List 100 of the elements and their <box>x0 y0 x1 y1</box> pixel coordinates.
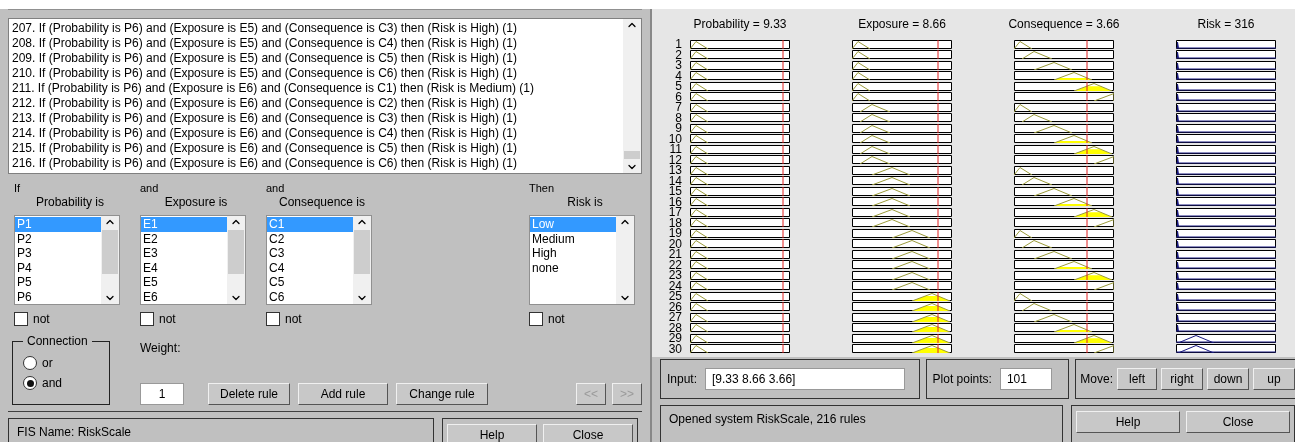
listbox[interactable]: Low Medium High none <box>529 215 635 305</box>
weight-label: Weight: <box>140 341 182 355</box>
status-panel: Opened system RiskScale, 216 rules <box>660 405 1063 442</box>
rule-number: 28 <box>667 322 682 333</box>
rule-button[interactable]: Delete rule <box>208 383 290 405</box>
checkbox-label: not <box>159 312 176 326</box>
connector-label: If <box>14 182 22 195</box>
listbox-item[interactable]: none <box>530 260 616 275</box>
scroll-thumb[interactable] <box>624 151 640 159</box>
listbox-item[interactable]: E6 <box>141 289 227 304</box>
rule-number: 15 <box>667 186 682 197</box>
checkbox-label: not <box>548 312 565 326</box>
weight-field[interactable]: 1 <box>140 383 184 405</box>
variable-label: Exposure is <box>163 195 229 210</box>
rule-item[interactable]: 208. If (Probability is P6) and (Exposure is E5) and (Consequence is C4) then (Risk is High) (1) <box>12 36 620 51</box>
group-title: Connection <box>23 334 92 348</box>
scrollbar[interactable] <box>616 216 634 304</box>
rule-number: 23 <box>667 270 682 281</box>
rule-number: 22 <box>667 259 682 270</box>
rule-item[interactable]: 210. If (Probability is P6) and (Exposure is E5) and (Consequence is C6) then (Risk is High) (1) <box>12 66 620 81</box>
listbox-item[interactable]: C3 <box>267 246 353 261</box>
rule-number: 1 <box>674 39 682 50</box>
move-button[interactable]: right <box>1161 368 1203 390</box>
rule-number: 12 <box>667 154 682 165</box>
scrollbar[interactable] <box>623 19 641 173</box>
rule-number: 19 <box>667 228 682 239</box>
rule-list[interactable] <box>8 18 642 174</box>
listbox[interactable]: E1 E2 E3 E4 E5 E6 <box>140 215 246 305</box>
checkbox-label: not <box>33 312 50 326</box>
rule-number: 3 <box>674 60 682 71</box>
rule-button[interactable]: Change rule <box>396 383 488 405</box>
variable-heading: Consequence = 3.66 <box>1007 17 1121 31</box>
rule-number: 18 <box>667 217 682 228</box>
rule-item[interactable]: 215. If (Probability is P6) and (Exposure is E6) and (Consequence is C5) then (Risk is High) (1) <box>12 141 620 156</box>
listbox-item[interactable]: P3 <box>15 246 101 261</box>
radio-button[interactable] <box>23 376 37 390</box>
listbox-item[interactable]: E5 <box>141 275 227 290</box>
move-button[interactable]: left <box>1117 368 1157 390</box>
checkbox[interactable] <box>266 312 280 326</box>
scroll-thumb[interactable] <box>228 230 244 274</box>
listbox-item[interactable]: E2 <box>141 231 227 246</box>
listbox[interactable]: P1 P2 P3 P4 P5 P6 <box>14 215 120 305</box>
listbox-item[interactable]: E4 <box>141 260 227 275</box>
listbox-item[interactable]: P2 <box>15 231 101 246</box>
rule-number: 9 <box>675 123 682 134</box>
checkbox[interactable] <box>14 312 28 326</box>
connector-label: Then <box>529 182 556 195</box>
variable-heading: Probability = 9.33 <box>692 17 788 31</box>
listbox-item[interactable]: P6 <box>15 289 101 304</box>
listbox-item[interactable]: C4 <box>267 260 353 275</box>
rule-number: 26 <box>667 301 682 312</box>
rule-number: 5 <box>674 81 682 92</box>
plot-points-label: Plot points: <box>932 372 992 386</box>
checkbox[interactable] <box>529 312 543 326</box>
listbox-item[interactable]: Medium <box>530 231 616 246</box>
scroll-thumb[interactable] <box>354 230 370 274</box>
listbox[interactable]: C1 C2 C3 C4 C5 C6 <box>266 215 372 305</box>
move-button[interactable]: down <box>1207 368 1249 390</box>
variable-label: Risk is <box>566 195 604 210</box>
rule-item[interactable]: 207. If (Probability is P6) and (Exposure is E5) and (Consequence is C3) then (Risk is High) (1) <box>12 21 620 36</box>
rule-item[interactable]: 209. If (Probability is P6) and (Exposure is E5) and (Consequence is C5) then (Risk is High) (1) <box>12 51 620 66</box>
rule-item[interactable]: 212. If (Probability is P6) and (Exposure is E6) and (Consequence is C2) then (Risk is High) (1) <box>12 96 620 111</box>
footer-button[interactable]: Help <box>1076 411 1180 433</box>
listbox-item[interactable]: E3 <box>141 246 227 261</box>
rule-number: 25 <box>667 291 682 302</box>
input-label: Input: <box>667 372 698 386</box>
radio-button[interactable] <box>23 356 37 370</box>
listbox-item[interactable]: C6 <box>267 289 353 304</box>
radio-label: or <box>42 356 53 370</box>
checkbox[interactable] <box>140 312 154 326</box>
listbox-item[interactable]: C2 <box>267 231 353 246</box>
listbox-item[interactable]: P4 <box>15 260 101 275</box>
scrollbar[interactable] <box>101 216 119 304</box>
scroll-thumb[interactable] <box>102 230 118 274</box>
scrollbar[interactable] <box>227 216 245 304</box>
move-button[interactable]: up <box>1253 368 1295 390</box>
footer-button[interactable]: Help <box>447 424 537 442</box>
variable-label: Consequence is <box>277 195 367 210</box>
rule-item[interactable]: 211. If (Probability is P6) and (Exposure is E6) and (Consequence is C1) then (Risk is Medium) (1) <box>12 81 620 96</box>
scrollbar[interactable] <box>353 216 371 304</box>
rule-number: 2 <box>674 49 682 60</box>
rule-number: 13 <box>667 165 682 176</box>
rule-button[interactable]: Add rule <box>298 383 388 405</box>
rule-number: 4 <box>674 70 682 81</box>
input-field[interactable]: [9.33 8.66 3.66] <box>705 368 906 390</box>
rule-item[interactable]: 213. If (Probability is P6) and (Exposure is E6) and (Consequence is C3) then (Risk is High) (1) <box>12 111 620 126</box>
rule-number: 20 <box>667 238 682 249</box>
rule-item[interactable]: 216. If (Probability is P6) and (Exposure is E6) and (Consequence is C6) then (Risk is High) (1) <box>12 156 620 171</box>
listbox-item[interactable]: C5 <box>267 275 353 290</box>
rule-item[interactable]: 214. If (Probability is P6) and (Exposure is E6) and (Consequence is C4) then (Risk is High) (1) <box>12 126 620 141</box>
footer-button[interactable]: Close <box>543 424 633 442</box>
variable-label: Probability is <box>35 195 105 210</box>
rule-number: 17 <box>667 207 682 218</box>
checkbox-label: not <box>285 312 302 326</box>
listbox-item[interactable]: P5 <box>15 275 101 290</box>
footer-button[interactable]: Close <box>1186 411 1290 433</box>
rule-number: 8 <box>674 112 682 123</box>
listbox-item[interactable]: High <box>530 246 616 261</box>
status-panel: FIS Name: RiskScale <box>8 418 434 442</box>
plot-points-field[interactable]: 101 <box>999 368 1052 390</box>
